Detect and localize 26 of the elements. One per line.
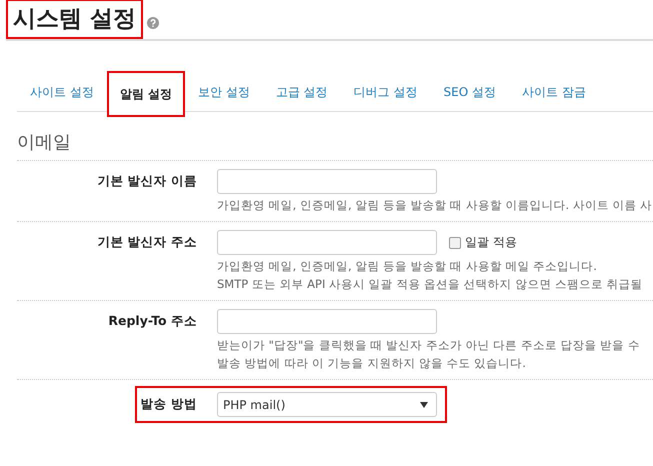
help-text: 발송 방법에 따라 이 기능을 지원하지 않을 수도 있습니다. [217, 355, 527, 372]
input-field[interactable] [217, 230, 437, 255]
help-text: 가입환영 메일, 인증메일, 알림 등을 발송할 때 사용할 메일 주소입니다. [217, 258, 598, 275]
tab[interactable]: SEO 설정 [430, 71, 509, 111]
help-text: 받는이가 "답장"을 클릭했을 때 발신자 주소가 아닌 다른 주소로 답장을 받을 수 [217, 337, 641, 354]
field-label: Reply-To 주소 [107, 313, 198, 330]
input-field[interactable] [217, 309, 437, 334]
tab[interactable]: 디버그 설정 [340, 71, 430, 111]
caret-icon [420, 402, 428, 408]
field-label: 기본 발신자 이름 [96, 173, 198, 190]
field-label: 기본 발신자 주소 [96, 234, 198, 251]
help-text: 가입환영 메일, 인증메일, 알림 등을 발송할 때 사용할 이름입니다. 사이트 이름 사 [217, 197, 653, 214]
send-method-dropdown[interactable]: PHP mail() [217, 392, 437, 417]
tab[interactable]: 사이트 잠금 [508, 71, 599, 111]
page-title: 시스템 설정 [6, 0, 144, 39]
tab[interactable]: 사이트 설정 [17, 71, 107, 111]
input-field[interactable] [217, 169, 437, 194]
section-title: 이메일 [17, 130, 653, 161]
field-label: 발송 방법 [140, 396, 198, 413]
tab[interactable]: 고급 설정 [262, 71, 341, 111]
help-text: SMTP 또는 외부 API 사용시 일괄 적용 옵션을 선택하지 않으면 스팸으로 취급될 [217, 276, 644, 293]
tab[interactable]: 보안 설정 [185, 71, 263, 111]
checkbox-label: 일괄 적용 [465, 234, 517, 251]
help-icon[interactable] [147, 17, 160, 29]
tab[interactable]: 알림 설정 [106, 71, 186, 117]
checkbox[interactable] [449, 236, 461, 248]
